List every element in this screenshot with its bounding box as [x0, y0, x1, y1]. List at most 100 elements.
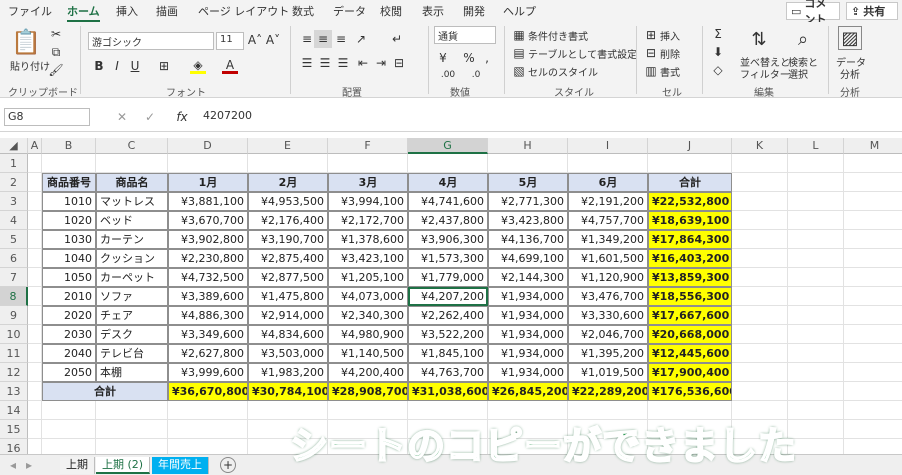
- clear-icon[interactable]: ◇: [710, 62, 726, 78]
- column-header-g[interactable]: G: [408, 138, 488, 154]
- table-cell[interactable]: ¥2,914,000: [248, 306, 328, 325]
- total-label-cell[interactable]: 合計: [42, 382, 168, 401]
- italic-button[interactable]: I: [110, 58, 124, 74]
- table-cell[interactable]: ¥2,176,400: [248, 211, 328, 230]
- prev-sheet-icon[interactable]: ◂: [6, 458, 20, 472]
- sheet-tab-2[interactable]: 上期 (2): [96, 457, 151, 474]
- table-cell[interactable]: ¥3,906,300: [408, 230, 488, 249]
- table-cell[interactable]: ¥1,120,900: [568, 268, 648, 287]
- column-header-f[interactable]: F: [328, 138, 408, 154]
- empty-cell[interactable]: [328, 154, 408, 173]
- empty-cell[interactable]: [732, 325, 788, 344]
- table-cell[interactable]: ¥4,073,000: [328, 287, 408, 306]
- tab-data[interactable]: データ: [333, 3, 366, 19]
- empty-cell[interactable]: [788, 363, 844, 382]
- table-cell[interactable]: 2050: [42, 363, 96, 382]
- orientation-icon[interactable]: ↗: [352, 30, 370, 48]
- empty-cell[interactable]: [28, 344, 42, 363]
- empty-cell[interactable]: [28, 420, 42, 439]
- table-cell[interactable]: ¥3,994,100: [328, 192, 408, 211]
- tab-file[interactable]: ファイル: [8, 3, 52, 19]
- empty-cell[interactable]: [732, 192, 788, 211]
- font-name-select[interactable]: 游ゴシック: [88, 32, 214, 50]
- underline-button[interactable]: U: [128, 58, 142, 74]
- empty-cell[interactable]: [732, 211, 788, 230]
- align-center-icon[interactable]: ☰: [316, 54, 334, 72]
- increase-font-icon[interactable]: A˄: [248, 32, 262, 48]
- table-cell[interactable]: ¥2,875,400: [248, 249, 328, 268]
- table-cell[interactable]: ¥4,699,100: [488, 249, 568, 268]
- empty-cell[interactable]: [28, 173, 42, 192]
- empty-cell[interactable]: [28, 306, 42, 325]
- font-size-select[interactable]: 11: [216, 32, 244, 50]
- table-cell[interactable]: ¥1,934,000: [488, 287, 568, 306]
- table-cell[interactable]: ¥2,437,800: [408, 211, 488, 230]
- table-cell[interactable]: ¥3,476,700: [568, 287, 648, 306]
- delete-cells-button[interactable]: 削除: [660, 46, 680, 61]
- bold-button[interactable]: B: [92, 58, 106, 74]
- table-cell[interactable]: ¥4,980,900: [328, 325, 408, 344]
- format-painter-icon[interactable]: 🖌: [48, 62, 64, 78]
- empty-cell[interactable]: [42, 420, 96, 439]
- column-header-d[interactable]: D: [168, 138, 248, 154]
- table-cell[interactable]: クッション: [96, 249, 168, 268]
- tab-page-layout[interactable]: ページ レイアウト: [198, 3, 289, 19]
- table-cell[interactable]: ¥2,046,700: [568, 325, 648, 344]
- cell-styles-button[interactable]: セルのスタイル: [528, 64, 598, 79]
- sheet-tab-3[interactable]: 年間売上: [152, 457, 209, 474]
- empty-cell[interactable]: [788, 154, 844, 173]
- selected-cell[interactable]: ¥4,207,200: [408, 287, 488, 306]
- currency-icon[interactable]: ¥: [436, 50, 450, 66]
- total-cell[interactable]: ¥36,670,800: [168, 382, 248, 401]
- empty-cell[interactable]: [788, 325, 844, 344]
- column-header-l[interactable]: L: [788, 138, 844, 154]
- empty-cell[interactable]: [844, 173, 902, 192]
- table-cell[interactable]: ¥1,845,100: [408, 344, 488, 363]
- empty-cell[interactable]: [648, 154, 732, 173]
- table-cell[interactable]: ¥13,859,300: [648, 268, 732, 287]
- total-cell[interactable]: ¥30,784,100: [248, 382, 328, 401]
- empty-cell[interactable]: [788, 268, 844, 287]
- share-button[interactable]: ⇪ 共有: [846, 2, 898, 20]
- table-cell[interactable]: ¥1,934,000: [488, 306, 568, 325]
- tab-help[interactable]: ヘルプ: [503, 3, 536, 19]
- table-header-cell[interactable]: 合計: [648, 173, 732, 192]
- row-header-6[interactable]: 6: [0, 249, 28, 268]
- table-header-cell[interactable]: 3月: [328, 173, 408, 192]
- empty-cell[interactable]: [42, 401, 96, 420]
- function-icon[interactable]: fx: [174, 108, 190, 126]
- table-cell[interactable]: ¥4,886,300: [168, 306, 248, 325]
- tab-home[interactable]: ホーム: [67, 3, 100, 22]
- format-cells-button[interactable]: 書式: [660, 64, 680, 79]
- add-sheet-icon[interactable]: +: [220, 457, 236, 473]
- table-cell[interactable]: ¥20,668,000: [648, 325, 732, 344]
- table-header-cell[interactable]: 商品名: [96, 173, 168, 192]
- align-middle-icon[interactable]: ≡: [314, 30, 332, 48]
- empty-cell[interactable]: [568, 154, 648, 173]
- tab-formulas[interactable]: 数式: [292, 3, 314, 19]
- empty-cell[interactable]: [28, 401, 42, 420]
- empty-cell[interactable]: [732, 382, 788, 401]
- table-header-cell[interactable]: 1月: [168, 173, 248, 192]
- conditional-format-button[interactable]: 条件付き書式: [528, 28, 588, 43]
- table-cell[interactable]: チェア: [96, 306, 168, 325]
- sheet-tab-1[interactable]: 上期: [60, 457, 95, 474]
- select-all-corner[interactable]: ◢: [0, 138, 28, 154]
- table-cell[interactable]: デスク: [96, 325, 168, 344]
- table-cell[interactable]: ¥3,999,600: [168, 363, 248, 382]
- find-select-icon[interactable]: ⌕: [792, 28, 814, 50]
- total-cell[interactable]: ¥28,908,700: [328, 382, 408, 401]
- empty-cell[interactable]: [788, 382, 844, 401]
- table-header-cell[interactable]: 4月: [408, 173, 488, 192]
- table-cell[interactable]: ¥3,423,800: [488, 211, 568, 230]
- empty-cell[interactable]: [844, 420, 902, 439]
- tab-review[interactable]: 校閲: [380, 3, 402, 19]
- table-cell[interactable]: ¥4,834,600: [248, 325, 328, 344]
- tab-developer[interactable]: 開発: [463, 3, 485, 19]
- row-header-15[interactable]: 15: [0, 420, 28, 439]
- empty-cell[interactable]: [732, 249, 788, 268]
- border-icon[interactable]: ⊞: [156, 58, 172, 74]
- delete-cells-icon[interactable]: ⊟: [644, 46, 658, 60]
- row-header-10[interactable]: 10: [0, 325, 28, 344]
- empty-cell[interactable]: [732, 306, 788, 325]
